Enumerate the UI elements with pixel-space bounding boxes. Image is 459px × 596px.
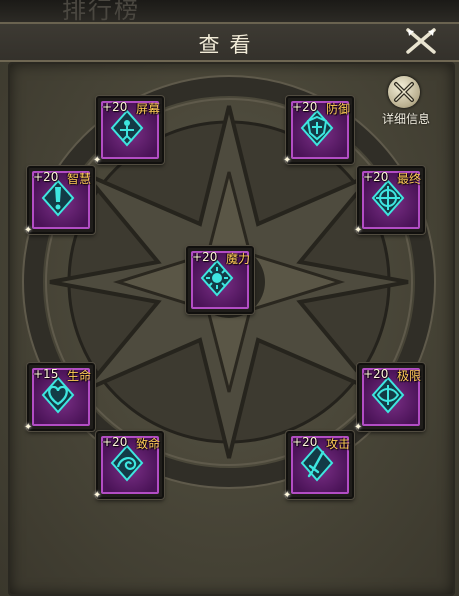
sparkle-icon: ✦ — [354, 422, 363, 433]
detail-info-button[interactable]: 详细信息 — [374, 76, 438, 130]
crossed-swords-icon — [394, 82, 414, 102]
sparkle-icon: ✦ — [283, 155, 292, 166]
slot-level: +20 — [33, 170, 59, 184]
sparkle-icon: ✦ — [24, 422, 33, 433]
rune-slot-moli[interactable]: +20 魔力 — [186, 246, 254, 314]
slot-name: 极限 — [396, 369, 421, 383]
detail-icon — [388, 76, 420, 108]
sparkle-icon: ✦ — [24, 225, 33, 236]
slot-level: +20 — [192, 250, 218, 264]
rune-slot-zuizhong[interactable]: +20 最终 ✦ — [354, 166, 425, 236]
rune-slot-zhiming[interactable]: +20 致命 ✦ — [93, 431, 164, 501]
sparkle-icon: ✦ — [354, 225, 363, 236]
rune-slot-pingzhang[interactable]: +20 屏幕 ✦ — [93, 96, 164, 166]
rune-slot-shengming[interactable]: +15 生命 ✦ — [24, 363, 95, 433]
slot-name: 攻击 — [325, 437, 350, 451]
sparkle-icon: ✦ — [93, 155, 102, 166]
rune-slot-fangyu[interactable]: +20 防御 ✦ — [283, 96, 354, 166]
slot-name: 魔力 — [225, 252, 250, 266]
detail-info-label: 详细信息 — [381, 112, 430, 126]
slot-level: +20 — [363, 367, 389, 381]
slot-name: 致命 — [135, 437, 160, 451]
slot-level: +20 — [292, 435, 318, 449]
background-header-strip: 排行榜 — [0, 0, 459, 24]
rune-slot-gongji[interactable]: +20 攻击 ✦ — [283, 431, 354, 501]
slot-name: 最终 — [396, 172, 421, 186]
slot-name: 防御 — [325, 102, 350, 116]
slot-level: +20 — [102, 100, 128, 114]
sparkle-icon: ✦ — [283, 490, 292, 501]
slot-level: +20 — [363, 170, 389, 184]
slot-name: 智慧 — [66, 172, 91, 186]
rune-slot-jixian[interactable]: +20 极限 ✦ — [354, 363, 425, 433]
slot-level: +20 — [102, 435, 128, 449]
slot-level: +15 — [33, 367, 59, 381]
slot-level: +20 — [292, 100, 318, 114]
sparkle-icon: ✦ — [93, 490, 102, 501]
rune-slot-zhihui[interactable]: +20 智慧 ✦ — [24, 166, 95, 236]
slot-name: 生命 — [66, 369, 91, 383]
slot-name: 屏幕 — [135, 102, 160, 116]
